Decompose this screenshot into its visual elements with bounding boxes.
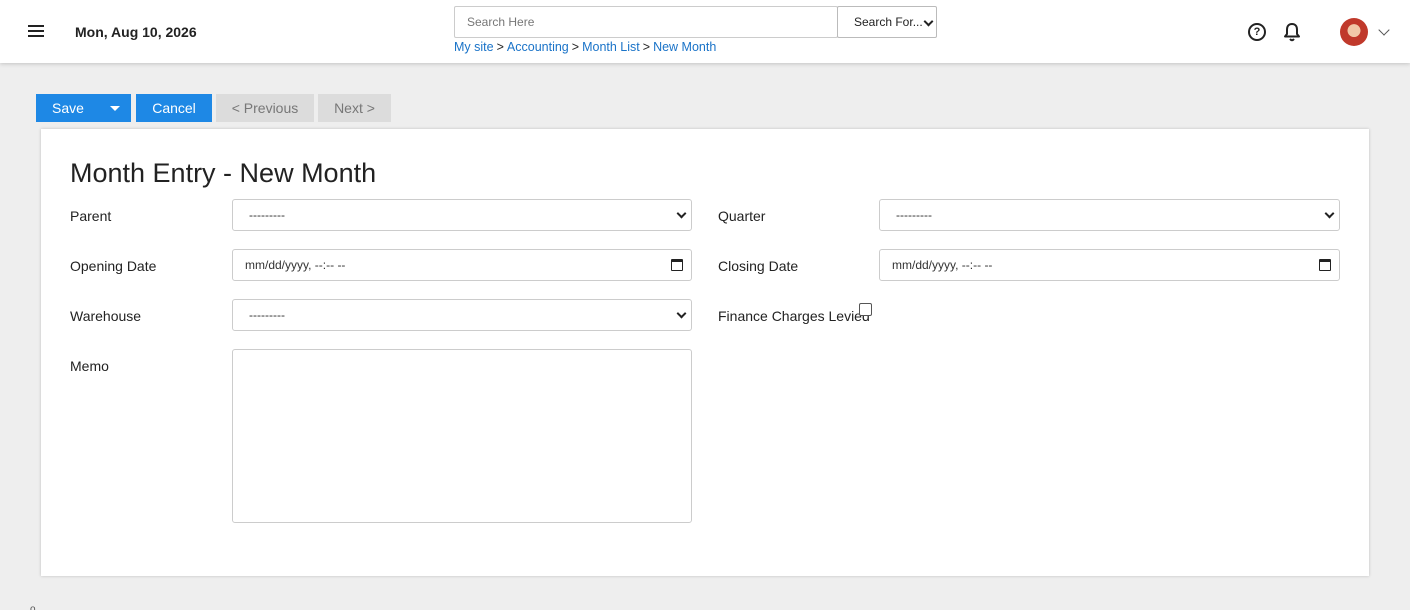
finance-charges-label: Finance Charges Levied [718, 308, 870, 324]
search-input[interactable] [454, 6, 838, 38]
save-options-dropdown-button[interactable] [100, 94, 131, 122]
closing-date-input[interactable]: mm/dd/yyyy, --:-- -- [879, 249, 1340, 281]
chevron-down-icon [1324, 208, 1335, 219]
warehouse-label: Warehouse [70, 308, 142, 324]
quarter-label: Quarter [718, 208, 766, 224]
chevron-down-icon[interactable] [1378, 24, 1390, 36]
user-avatar[interactable] [1340, 18, 1368, 46]
breadcrumb-separator: > [642, 40, 651, 54]
breadcrumb-separator: > [571, 40, 580, 54]
warehouse-select[interactable]: --------- [232, 299, 692, 331]
chevron-down-icon [676, 208, 687, 219]
search-for-value: Search For... [854, 15, 923, 29]
breadcrumb-accounting[interactable]: Accounting [507, 40, 569, 54]
chevron-down-icon [923, 16, 934, 27]
parent-label: Parent [70, 208, 112, 224]
breadcrumb-new-month[interactable]: New Month [653, 40, 716, 54]
closing-date-label: Closing Date [718, 258, 799, 274]
closing-date-value: mm/dd/yyyy, --:-- -- [892, 258, 993, 272]
caret-down-icon [110, 106, 120, 111]
save-button[interactable]: Save [36, 94, 100, 122]
parent-select-value: --------- [249, 208, 285, 222]
breadcrumb-separator: > [496, 40, 504, 54]
quarter-select[interactable]: --------- [879, 199, 1340, 231]
chevron-down-icon [676, 308, 687, 319]
memo-textarea[interactable] [232, 349, 692, 523]
finance-charges-checkbox[interactable] [859, 303, 872, 316]
hamburger-menu-icon[interactable] [26, 22, 46, 40]
next-button[interactable]: Next > [318, 94, 391, 122]
warehouse-select-value: --------- [249, 308, 285, 322]
opening-date-value: mm/dd/yyyy, --:-- -- [245, 258, 346, 272]
bell-icon[interactable] [1283, 22, 1301, 42]
cancel-button[interactable]: Cancel [136, 94, 212, 122]
footer-mark: o [30, 604, 36, 610]
opening-date-label: Opening Date [70, 258, 157, 274]
top-bar: Mon, Aug 10, 2026 Search For... My site>… [0, 0, 1410, 63]
search-for-select[interactable]: Search For... [837, 6, 937, 38]
parent-select[interactable]: --------- [232, 199, 692, 231]
help-icon[interactable]: ? [1248, 23, 1266, 41]
page-title: Month Entry - New Month [70, 158, 377, 188]
quarter-select-value: --------- [896, 208, 932, 222]
calendar-icon[interactable] [1319, 259, 1331, 271]
memo-label: Memo [70, 358, 109, 374]
calendar-icon[interactable] [671, 259, 683, 271]
breadcrumb: My site > Accounting > Month List > New Month [454, 40, 716, 54]
current-date: Mon, Aug 10, 2026 [75, 24, 197, 40]
opening-date-input[interactable]: mm/dd/yyyy, --:-- -- [232, 249, 692, 281]
previous-button[interactable]: < Previous [216, 94, 314, 122]
breadcrumb-my-site[interactable]: My site [454, 40, 494, 54]
breadcrumb-month-list[interactable]: Month List [582, 40, 640, 54]
